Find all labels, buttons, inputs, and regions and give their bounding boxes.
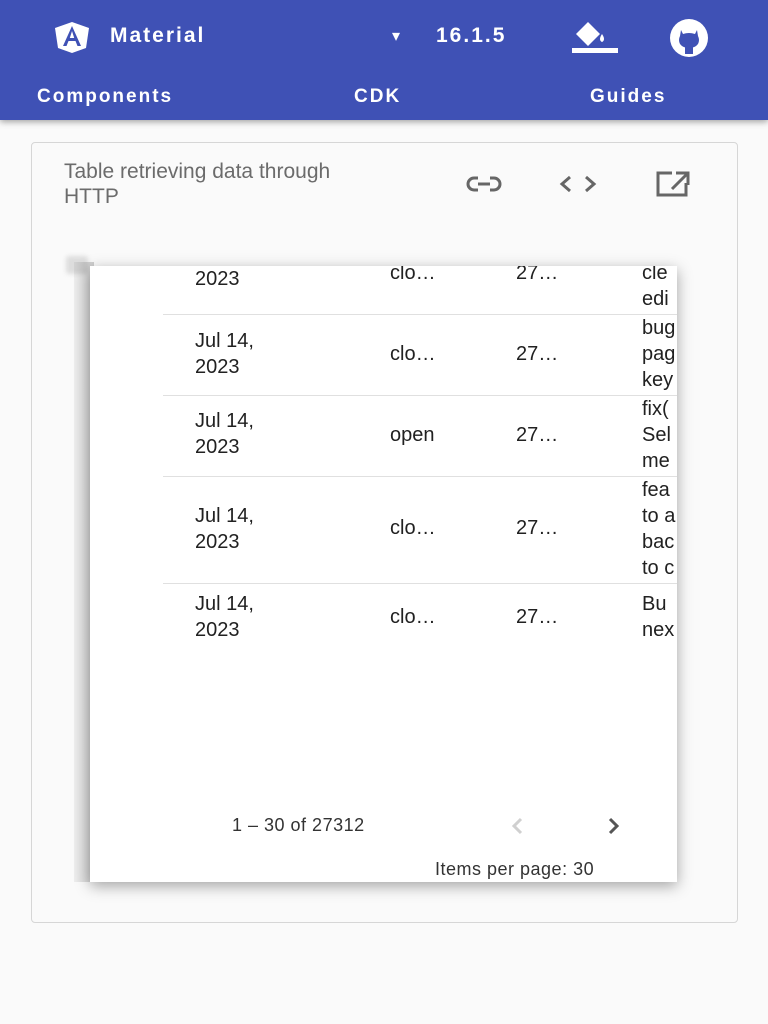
chevron-right-icon[interactable]: [600, 813, 626, 839]
row-state: clo…: [390, 343, 436, 365]
row-number: 27…: [516, 517, 559, 539]
row-state: clo…: [390, 266, 436, 284]
row-date-line1: Jul 14,: [195, 410, 254, 432]
brand-title[interactable]: Material: [110, 24, 205, 48]
chevron-left-icon[interactable]: [505, 813, 531, 839]
table-row[interactable]: Jul 14, 2023 clo… 27… Bu nex: [163, 584, 677, 652]
row-date-line2: 2023: [195, 436, 240, 458]
row-title: cle edi: [642, 266, 669, 310]
row-state: open: [390, 424, 435, 446]
row-date-line1: Jul 14,: [195, 593, 254, 615]
row-number: 27…: [516, 266, 559, 284]
row-date-line1: Jul 14,: [195, 330, 254, 352]
row-date-line2: 2023: [195, 356, 240, 378]
version-selector[interactable]: 16.1.5: [436, 24, 506, 48]
row-state: clo…: [390, 517, 436, 539]
paginator-range-label: 1 – 30 of 27312: [232, 815, 365, 835]
table-row[interactable]: Jul 14, 2023 clo… 27… fea to a bac to c: [163, 477, 677, 584]
row-state: clo…: [390, 606, 436, 628]
table-row[interactable]: 2023 clo… 27… cle edi: [163, 266, 677, 315]
code-icon[interactable]: [556, 169, 600, 199]
table-row[interactable]: Jul 14, 2023 open 27… fix( Sel me: [163, 396, 677, 477]
table-row[interactable]: Jul 14, 2023 clo… 27… bug pag key: [163, 315, 677, 396]
nav-components[interactable]: Components: [37, 86, 173, 108]
table-card: 2023 clo… 27… cle edi Jul 14, 2023 clo… …: [90, 266, 677, 882]
nav-guides[interactable]: Guides: [590, 86, 666, 108]
row-number: 27…: [516, 424, 559, 446]
row-title: fea to a bac to c: [642, 479, 676, 579]
row-title: Bu nex: [642, 593, 675, 641]
items-per-page-label[interactable]: Items per page: 30: [435, 859, 594, 880]
row-number: 27…: [516, 343, 559, 365]
theme-picker-icon[interactable]: [570, 18, 620, 54]
row-number: 27…: [516, 606, 559, 628]
row-date-line2: 2023: [195, 619, 240, 641]
table-body: 2023 clo… 27… cle edi Jul 14, 2023 clo… …: [163, 266, 677, 652]
nav-cdk[interactable]: CDK: [354, 86, 401, 108]
row-title: bug pag key: [642, 317, 676, 391]
link-icon[interactable]: [462, 169, 506, 199]
row-date-line2: 2023: [195, 531, 240, 553]
example-title: Table retrieving data through HTTP: [64, 160, 331, 208]
angular-logo-icon[interactable]: [52, 20, 92, 54]
paginator: 1 – 30 of 27312 Items per page: 30: [90, 793, 677, 882]
caret-down-icon[interactable]: ▾: [392, 26, 400, 46]
top-toolbar: Material ▾ 16.1.5 Components CDK Guides: [0, 0, 768, 120]
github-icon[interactable]: [664, 18, 714, 58]
open-in-new-icon[interactable]: [652, 169, 696, 199]
row-date-line1: Jul 14,: [195, 505, 254, 527]
row-title: fix( Sel me: [642, 398, 671, 472]
row-date-line2: 2023: [195, 268, 240, 290]
